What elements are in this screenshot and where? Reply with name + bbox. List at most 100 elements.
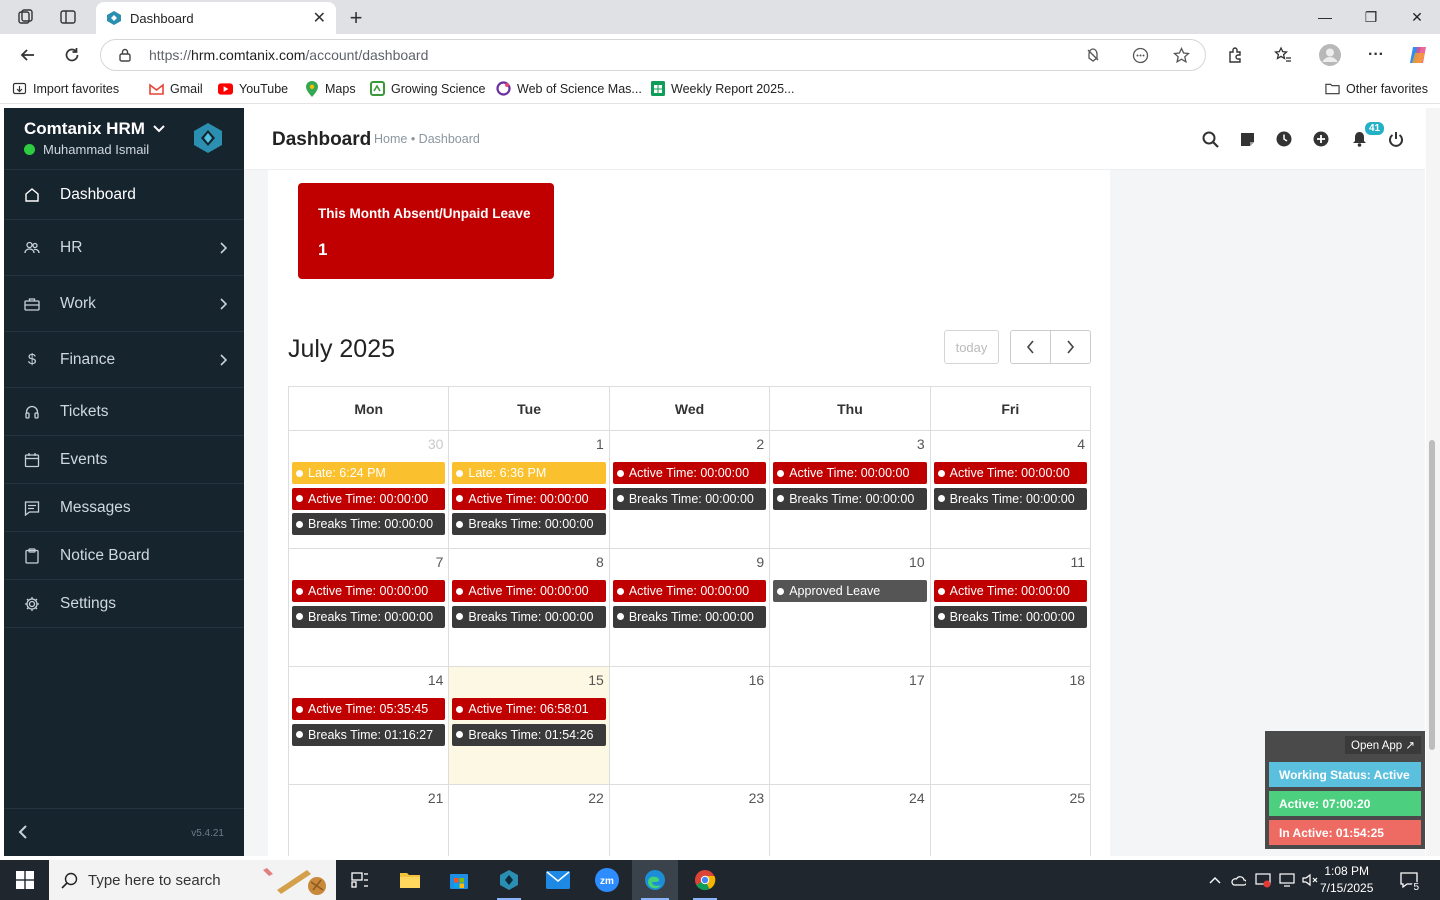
calendar-event-brk[interactable]: Breaks Time: 00:00:00 bbox=[612, 487, 767, 510]
calendar-event-active[interactable]: Active Time: 06:58:01 bbox=[452, 698, 606, 720]
day-number[interactable]: 3 bbox=[917, 436, 925, 452]
calendar-event-brk[interactable]: Breaks Time: 00:00:00 bbox=[292, 513, 446, 535]
search-icon[interactable] bbox=[1201, 130, 1219, 148]
close-tab-icon[interactable]: ✕ bbox=[313, 8, 326, 28]
taskbar-search-box[interactable]: Type here to search bbox=[49, 860, 336, 900]
zoom-icon[interactable]: zm bbox=[587, 860, 627, 900]
calendar-event-brk[interactable]: Breaks Time: 00:00:00 bbox=[933, 487, 1088, 510]
file-explorer-icon[interactable] bbox=[390, 860, 430, 900]
bookmark-import-favorites[interactable]: Import favorites bbox=[12, 81, 119, 96]
calendar-event-leave[interactable]: Approved Leave bbox=[773, 580, 927, 602]
calendar-day-cell[interactable]: 9 Clock-in: 4:04 PMActive Time: 00:00:00B… bbox=[610, 549, 771, 666]
calendar-event-active[interactable]: Active Time: 05:35:45 bbox=[292, 698, 446, 720]
calendar-day-cell[interactable]: 21 bbox=[289, 785, 450, 856]
volume-muted-icon[interactable] bbox=[1302, 872, 1318, 888]
calendar-event-brk[interactable]: Breaks Time: 01:54:26 bbox=[452, 723, 606, 746]
calendar-event-brk[interactable]: Breaks Time: 00:00:00 bbox=[612, 605, 767, 628]
calendar-event-active[interactable]: Active Time: 00:00:00 bbox=[292, 487, 446, 510]
sticky-note-icon[interactable] bbox=[1238, 130, 1256, 148]
bookmark-growing-science[interactable]: Growing Science bbox=[370, 81, 486, 96]
sidebar-item-dashboard[interactable]: Dashboard bbox=[4, 170, 244, 220]
calendar-event-active[interactable]: Active Time: 00:00:00 bbox=[933, 580, 1088, 602]
day-number[interactable]: 10 bbox=[909, 554, 925, 570]
url-text[interactable]: https://hrm.comtanix.com/account/dashboa… bbox=[149, 47, 428, 63]
day-number[interactable]: 11 bbox=[1070, 554, 1085, 570]
calendar-day-cell[interactable]: 30 Late: 6:24 PM Active Time: 00:00:00 Brea… bbox=[289, 431, 450, 548]
day-number[interactable]: 23 bbox=[749, 790, 765, 806]
minimize-icon[interactable]: — bbox=[1302, 0, 1348, 34]
sidebar-item-work[interactable]: Work bbox=[4, 276, 244, 332]
mail-icon[interactable] bbox=[538, 860, 578, 900]
favorite-star-icon[interactable] bbox=[1173, 47, 1190, 64]
calendar-event-active[interactable]: Active Time: 00:00:00 bbox=[612, 462, 767, 484]
calendar-event-active[interactable]: Active Time: 00:00:00 bbox=[292, 580, 446, 602]
page-scrollbar[interactable] bbox=[1426, 108, 1440, 856]
bookmark-weekly-report[interactable]: Weekly Report 2025... bbox=[650, 81, 794, 96]
next-month-button[interactable] bbox=[1050, 330, 1091, 364]
day-number[interactable]: 4 bbox=[1077, 436, 1085, 452]
extensions-icon[interactable] bbox=[1223, 43, 1247, 67]
sidebar-item-finance[interactable]: $ Finance bbox=[4, 332, 244, 388]
edge-browser-icon[interactable] bbox=[632, 860, 678, 900]
chrome-browser-icon[interactable] bbox=[684, 860, 726, 900]
power-icon[interactable] bbox=[1387, 130, 1405, 148]
day-number[interactable]: 17 bbox=[909, 672, 925, 688]
calendar-day-cell[interactable]: 22 bbox=[449, 785, 610, 856]
taskbar-clock[interactable]: 1:08 PM 7/15/2025 bbox=[1320, 863, 1373, 897]
vertical-tabs-icon[interactable] bbox=[57, 6, 79, 28]
calendar-day-cell[interactable]: 23 bbox=[610, 785, 771, 856]
calendar-event-late[interactable]: Late: 6:24 PM bbox=[292, 462, 446, 484]
browser-tab-dashboard[interactable]: Dashboard ✕ bbox=[96, 2, 336, 34]
back-arrow-icon[interactable] bbox=[16, 43, 40, 67]
calendar-event-late[interactable]: Late: 6:36 PM bbox=[452, 462, 606, 484]
breadcrumb-home[interactable]: Home bbox=[374, 132, 407, 146]
day-number[interactable]: 22 bbox=[588, 790, 604, 806]
new-tab-icon[interactable]: + bbox=[344, 5, 368, 31]
bookmark-maps[interactable]: Maps bbox=[304, 80, 356, 97]
calendar-day-cell[interactable]: 4 Clock-in: 3:37 PMActive Time: 00:00:00B… bbox=[931, 431, 1090, 548]
bookmark-gmail[interactable]: Gmail bbox=[149, 81, 203, 96]
calendar-day-cell[interactable]: 3 Clock-in: 3:52 PMActive Time: 00:00:00B… bbox=[770, 431, 931, 548]
network-icon[interactable] bbox=[1279, 872, 1295, 888]
notification-center-icon[interactable]: 5 bbox=[1399, 870, 1421, 893]
calendar-day-cell[interactable]: 15 Clock-in: 4:13 PMActive Time: 06:58:01… bbox=[449, 667, 610, 784]
calendar-day-cell[interactable]: 18 bbox=[931, 667, 1090, 784]
calendar-day-cell[interactable]: 14 Clock-in: 4:45 PMActive Time: 05:35:45… bbox=[289, 667, 450, 784]
day-number[interactable]: 25 bbox=[1069, 790, 1085, 806]
calendar-event-active[interactable]: Active Time: 00:00:00 bbox=[933, 462, 1088, 484]
day-number[interactable]: 1 bbox=[596, 436, 604, 452]
calendar-day-cell[interactable]: 2 Clock-in: 5:41 PMActive Time: 00:00:00B… bbox=[610, 431, 771, 548]
bookmark-web-of-science[interactable]: Web of Science Mas... bbox=[496, 81, 642, 96]
day-number[interactable]: 24 bbox=[909, 790, 925, 806]
today-button[interactable]: today bbox=[944, 330, 999, 364]
close-window-icon[interactable]: ✕ bbox=[1394, 0, 1440, 34]
tracking-prevention-icon[interactable] bbox=[1085, 47, 1101, 63]
refresh-icon[interactable] bbox=[60, 43, 84, 67]
day-number[interactable]: 30 bbox=[428, 436, 444, 452]
comtanix-app-icon[interactable] bbox=[489, 860, 529, 900]
calendar-event-active[interactable]: Active Time: 00:00:00 bbox=[773, 462, 927, 484]
add-circle-icon[interactable] bbox=[1312, 130, 1330, 148]
security-alert-icon[interactable] bbox=[1255, 872, 1271, 888]
bookmark-other-favorites[interactable]: Other favorites bbox=[1325, 81, 1428, 96]
copilot-icon[interactable] bbox=[1406, 43, 1430, 67]
day-number[interactable]: 9 bbox=[756, 554, 764, 570]
day-number[interactable]: 8 bbox=[596, 554, 604, 570]
favorites-icon[interactable] bbox=[1271, 43, 1295, 67]
calendar-event-brk[interactable]: Breaks Time: 01:16:27 bbox=[292, 723, 446, 746]
calendar-event-active[interactable]: Active Time: 00:00:00 bbox=[452, 580, 606, 602]
day-number[interactable]: 7 bbox=[436, 554, 444, 570]
day-number[interactable]: 14 bbox=[428, 672, 444, 688]
sidebar-item-notice-board[interactable]: Notice Board bbox=[4, 532, 244, 580]
microsoft-store-icon[interactable] bbox=[439, 860, 479, 900]
calendar-day-cell[interactable]: 25 bbox=[931, 785, 1090, 856]
sidebar-item-messages[interactable]: Messages bbox=[4, 484, 244, 532]
calendar-day-cell[interactable]: 10 Approved Leave bbox=[770, 549, 931, 666]
open-app-button[interactable]: Open App ↗ bbox=[1345, 736, 1421, 754]
address-bar[interactable]: https://hrm.comtanix.com/account/dashboa… bbox=[100, 39, 1206, 71]
collapse-sidebar-icon[interactable] bbox=[18, 825, 28, 839]
sidebar-item-hr[interactable]: HR bbox=[4, 220, 244, 276]
calendar-day-cell[interactable]: 1 Late: 6:36 PM Active Time: 00:00:00 Break… bbox=[449, 431, 610, 548]
day-number[interactable]: 21 bbox=[428, 790, 444, 806]
clock-icon[interactable] bbox=[1275, 130, 1293, 148]
